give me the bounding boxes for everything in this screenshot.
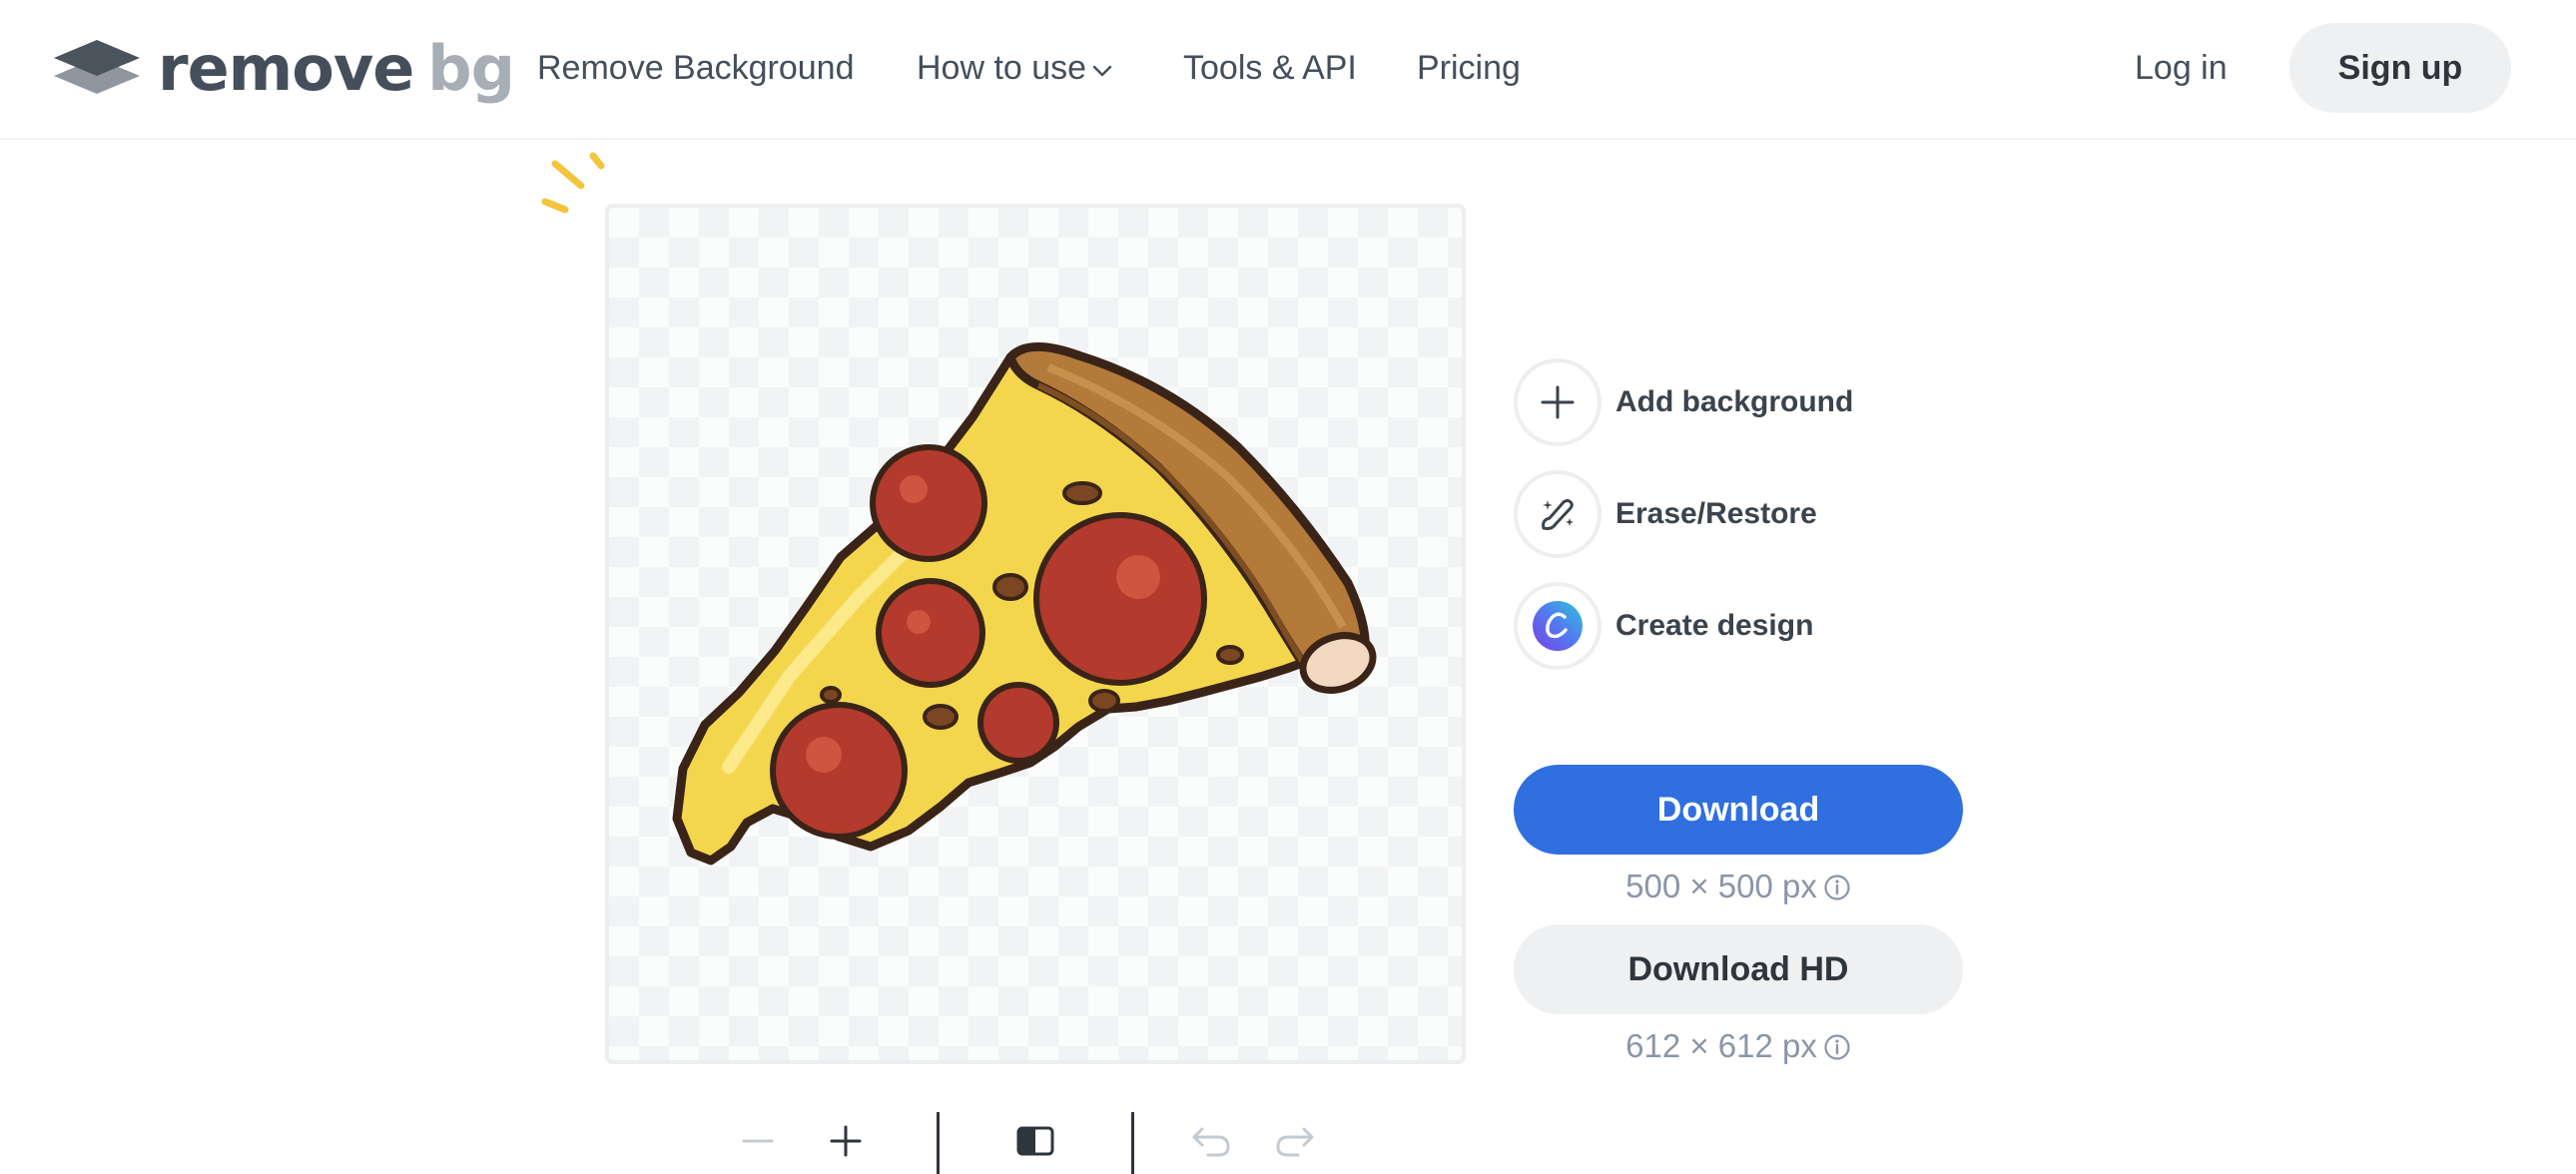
undo-button[interactable] [1186, 1116, 1236, 1166]
compare-icon [1016, 1126, 1054, 1156]
logo[interactable]: remove bg [52, 36, 515, 102]
compare-button[interactable] [1010, 1116, 1060, 1166]
add-background-action[interactable]: Add background [1514, 357, 1853, 447]
download-button[interactable]: Download [1514, 765, 1963, 855]
nav-remove-background[interactable]: Remove Background [537, 46, 855, 90]
info-icon[interactable] [1823, 874, 1851, 901]
toolbar-divider [1131, 1112, 1134, 1174]
zoom-out-icon [742, 1139, 774, 1143]
plus-icon [1541, 385, 1575, 419]
nav-tools-api[interactable]: Tools & API [1183, 46, 1357, 90]
image-canvas[interactable] [605, 204, 1466, 1064]
canva-icon [1533, 601, 1583, 651]
download-hd-size-text: 612 × 612 px [1625, 1027, 1817, 1064]
download-hd-button[interactable]: Download HD [1514, 924, 1963, 1014]
download-size: 500 × 500 px [1514, 865, 1963, 908]
chevron-down-icon [1092, 65, 1112, 77]
create-design-label: Create design [1615, 609, 1814, 642]
logo-text: remove bg [158, 36, 515, 102]
pizza-slice-image [672, 342, 1377, 866]
zoom-in-button[interactable] [821, 1116, 871, 1166]
add-background-label: Add background [1615, 385, 1854, 418]
download-size-text: 500 × 500 px [1625, 868, 1817, 904]
signup-button[interactable]: Sign up [2289, 23, 2511, 113]
zoom-out-button[interactable] [733, 1116, 783, 1166]
top-header: remove bg Remove Background How to use To… [0, 0, 2576, 140]
erase-restore-action[interactable]: Erase/Restore [1514, 469, 1817, 559]
zoom-in-icon [830, 1125, 862, 1157]
erase-restore-circle [1514, 470, 1602, 558]
create-design-action[interactable]: Create design [1514, 581, 1813, 671]
toolbar-divider [937, 1112, 940, 1174]
nav-how-to-use[interactable]: How to use [917, 46, 1114, 90]
add-background-circle [1514, 358, 1602, 446]
info-icon[interactable] [1823, 1033, 1851, 1061]
nav-how-to-use-label: How to use [917, 49, 1087, 87]
create-design-circle [1514, 582, 1602, 670]
layers-logo-icon [54, 40, 140, 94]
nav-pricing[interactable]: Pricing [1417, 46, 1521, 90]
logo-word-bg: bg [427, 32, 515, 105]
download-hd-size: 612 × 612 px [1514, 1024, 1963, 1068]
undo-icon [1192, 1127, 1230, 1157]
erase-restore-label: Erase/Restore [1615, 497, 1817, 530]
redo-button[interactable] [1270, 1116, 1320, 1166]
logo-word-remove: remove [158, 32, 414, 105]
redo-icon [1276, 1127, 1314, 1157]
magic-brush-icon [1542, 499, 1574, 530]
login-link[interactable]: Log in [2135, 46, 2228, 90]
